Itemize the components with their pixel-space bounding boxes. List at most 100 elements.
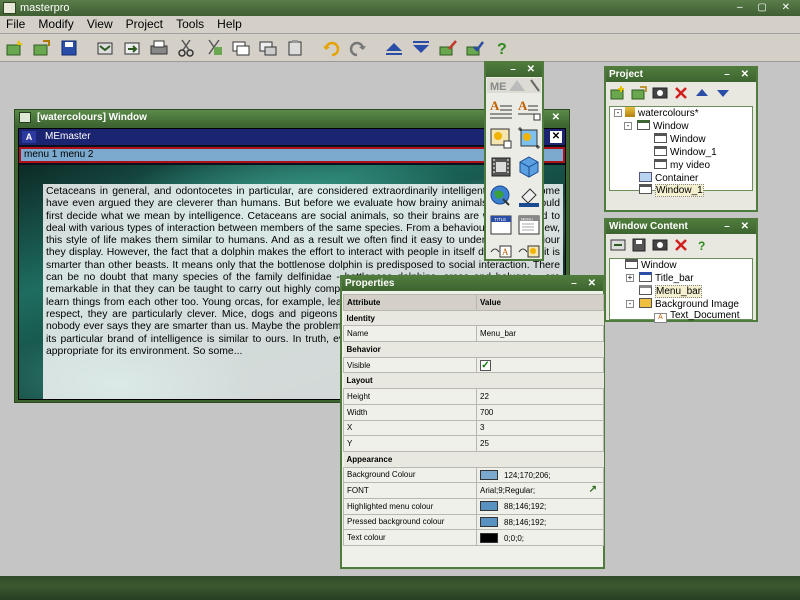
window-content-titlebar[interactable]: Window Content – ✕ <box>606 220 756 234</box>
table-row[interactable]: Width 700 <box>343 403 604 421</box>
add-window-icon[interactable] <box>610 85 626 101</box>
visible-checkbox[interactable]: ✓ <box>480 360 491 372</box>
height-value[interactable]: 22 <box>476 388 604 405</box>
memaster-logo-icon: A <box>22 131 36 143</box>
color-swatch[interactable] <box>480 516 498 527</box>
window-icon <box>637 120 650 130</box>
project-toolbar: ? <box>606 82 756 120</box>
title-bar-tool-icon[interactable]: TITLE <box>488 212 514 238</box>
move-down-icon[interactable] <box>715 85 731 101</box>
move-up-icon[interactable] <box>383 37 405 59</box>
delete-icon[interactable] <box>673 85 689 101</box>
clear-icon[interactable] <box>284 37 306 59</box>
x-value[interactable]: 3 <box>476 419 604 437</box>
table-row[interactable]: Pressed background colour 88;146;192; <box>343 513 604 531</box>
properties-titlebar[interactable]: Properties – ✕ <box>342 277 603 291</box>
export-icon[interactable] <box>121 37 143 59</box>
panel-controls[interactable]: – ✕ <box>571 277 600 291</box>
tree-item[interactable]: Window_1 <box>654 146 717 159</box>
color-swatch[interactable] <box>480 501 498 512</box>
menu-bar-tool-icon[interactable]: MENU <box>516 212 542 238</box>
help-icon[interactable]: ? <box>694 237 710 253</box>
tree-item[interactable]: Window <box>637 120 689 133</box>
table-row[interactable]: Highlighted menu colour 88;146;192; <box>343 497 604 515</box>
video-tool-icon[interactable] <box>488 154 514 180</box>
image-link-tool-icon[interactable] <box>516 238 542 264</box>
y-value[interactable]: 25 <box>476 435 604 452</box>
table-row[interactable]: Background Colour 124;170;206; <box>343 466 604 484</box>
paste-icon[interactable] <box>257 37 279 59</box>
image-box-tool-icon[interactable] <box>516 125 542 151</box>
cut-icon[interactable] <box>175 37 197 59</box>
duplicate-icon[interactable] <box>230 37 252 59</box>
preview-icon[interactable] <box>652 85 668 101</box>
preview-icon[interactable] <box>652 237 668 253</box>
svg-text:ME: ME <box>490 81 507 93</box>
check-icon[interactable] <box>464 37 486 59</box>
3d-object-tool-icon[interactable] <box>516 154 542 180</box>
image-tool-icon[interactable] <box>488 125 514 151</box>
copy-icon[interactable] <box>203 37 225 59</box>
import-icon[interactable] <box>610 237 626 253</box>
new-project-icon[interactable] <box>4 37 26 59</box>
save-icon[interactable] <box>58 37 80 59</box>
tools-panel-titlebar[interactable]: – ✕ <box>486 63 542 77</box>
tree-item-selected[interactable]: Menu_bar <box>639 285 703 298</box>
table-row[interactable]: Height 22 <box>343 388 604 405</box>
tree-item-selected[interactable]: Window_1 <box>639 184 704 197</box>
text-tool-icon[interactable]: A <box>488 96 514 122</box>
text-link-tool-icon[interactable]: A <box>488 238 514 264</box>
table-row[interactable]: Y 25 <box>343 435 604 452</box>
tree-item[interactable]: Window <box>625 259 677 272</box>
color-swatch[interactable] <box>480 469 498 480</box>
svg-text:A: A <box>502 247 509 257</box>
redo-icon[interactable] <box>347 37 369 59</box>
add-container-icon[interactable] <box>631 85 647 101</box>
window-icon <box>654 159 667 169</box>
edit-icon[interactable] <box>437 37 459 59</box>
menu-help[interactable]: Help <box>213 16 246 33</box>
help-icon[interactable]: ? <box>491 37 513 59</box>
print-icon[interactable] <box>148 37 170 59</box>
undo-icon[interactable] <box>320 37 342 59</box>
import-icon[interactable] <box>94 37 116 59</box>
tools-tabs[interactable]: ME <box>487 78 541 93</box>
tree-item[interactable]: Window <box>654 133 706 146</box>
menu-file[interactable]: File <box>2 16 29 33</box>
tree-item[interactable]: my video <box>654 159 710 172</box>
menu-tools[interactable]: Tools <box>172 16 208 33</box>
arrow-icon[interactable]: ↗ <box>589 484 597 495</box>
close-icon[interactable]: ✕ <box>550 131 562 143</box>
color-swatch[interactable] <box>480 532 498 543</box>
tree-item[interactable]: watercolours* <box>625 107 699 120</box>
container-icon <box>639 172 652 182</box>
text-box-tool-icon[interactable]: A <box>516 96 542 122</box>
table-row[interactable]: Text colour 0;0;0; <box>343 529 604 546</box>
delete-icon[interactable] <box>673 237 689 253</box>
open-project-icon[interactable] <box>31 37 53 59</box>
move-up-icon[interactable] <box>694 85 710 101</box>
table-row[interactable]: Visible ✓ <box>343 356 604 374</box>
name-value[interactable]: Menu_bar <box>476 325 604 343</box>
move-down-icon[interactable] <box>410 37 432 59</box>
table-row[interactable]: X3 <box>343 419 604 437</box>
menu-modify[interactable]: Modify <box>34 16 77 33</box>
window-controls[interactable]: – ▢ ✕ <box>737 0 796 16</box>
tree-item[interactable]: A Text_Document <box>654 310 739 323</box>
panel-controls[interactable]: – ✕ <box>724 68 753 82</box>
panel-controls[interactable]: – ✕ <box>510 63 539 77</box>
menu-project[interactable]: Project <box>122 16 167 33</box>
tree-item[interactable]: Title_bar <box>639 272 694 285</box>
project-panel-titlebar[interactable]: Project – ✕ <box>606 68 756 82</box>
table-row[interactable]: FONT Arial;9;Regular; ↗ <box>343 482 604 499</box>
save-icon[interactable] <box>631 237 647 253</box>
web-link-tool-icon[interactable] <box>488 183 514 209</box>
project-tree: - watercolours* - Window Window Window_1… <box>609 106 753 197</box>
desktop-background <box>0 576 800 600</box>
width-value[interactable]: 700 <box>476 403 604 421</box>
panel-controls[interactable]: – ✕ <box>724 220 753 234</box>
table-row[interactable]: Name Menu_bar <box>343 325 604 343</box>
window-content-title: Window Content <box>609 221 688 232</box>
fill-tool-icon[interactable] <box>516 183 542 209</box>
menu-view[interactable]: View <box>83 16 117 33</box>
